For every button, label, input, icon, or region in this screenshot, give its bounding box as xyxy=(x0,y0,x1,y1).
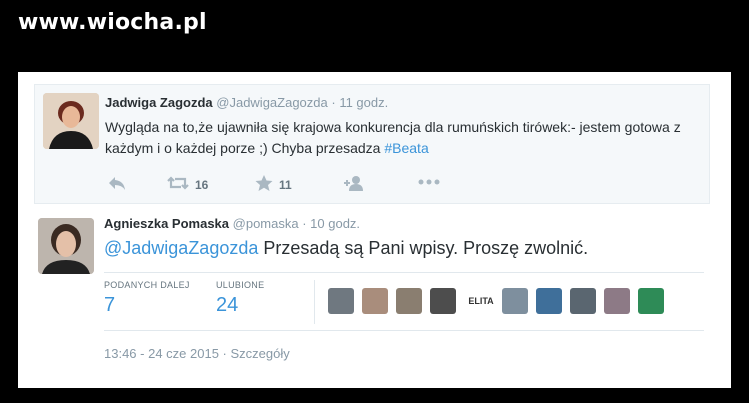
user-avatar[interactable] xyxy=(430,288,456,314)
reply-author-handle[interactable]: @pomaska xyxy=(233,216,299,231)
retweets-label: PODANYCH DALEJ xyxy=(104,280,190,290)
reply-author-name-text: Agnieszka Pomaska xyxy=(104,216,230,231)
tweet-text: Wygląda na to,że ujawniła się krajowa ko… xyxy=(105,117,695,159)
user-avatar[interactable] xyxy=(604,288,630,314)
reply-body: Przesadą są Pani wpisy. Proszę zwolnić. xyxy=(258,238,589,258)
retweet-button[interactable]: 16 xyxy=(167,175,208,196)
tweet-actions: 16 11 xyxy=(105,175,505,195)
user-avatar[interactable] xyxy=(396,288,422,314)
elita-avatar[interactable]: ELITA xyxy=(464,288,498,314)
star-icon xyxy=(255,175,273,191)
retweets-stat[interactable]: PODANYCH DALEJ 7 xyxy=(104,280,190,317)
hashtag-link[interactable]: #Beata xyxy=(384,140,428,156)
user-avatar[interactable] xyxy=(638,288,664,314)
user-avatar[interactable] xyxy=(536,288,562,314)
reply-avatar[interactable] xyxy=(38,218,94,274)
divider xyxy=(104,272,704,273)
user-avatar[interactable] xyxy=(502,288,528,314)
details-link[interactable]: · Szczegóły xyxy=(223,346,290,361)
tweet-meta: 13:46 - 24 cze 2015 · Szczegóły xyxy=(104,346,290,361)
user-avatar[interactable] xyxy=(362,288,388,314)
favorites-value: 24 xyxy=(216,294,239,316)
retweet-count: 16 xyxy=(195,178,209,192)
tweet-panel: Jadwiga Zagozda @JadwigaZagozda · 11 god… xyxy=(18,72,731,388)
mention-link[interactable]: @JadwigaZagozda xyxy=(104,238,258,258)
user-avatar[interactable] xyxy=(328,288,354,314)
author-name[interactable]: Jadwiga Zagozda @JadwigaZagozda · 11 god… xyxy=(105,95,388,110)
retweets-value: 7 xyxy=(104,294,116,316)
timestamp: 13:46 - 24 cze 2015 xyxy=(104,346,219,361)
avatar[interactable] xyxy=(43,93,99,149)
user-avatar[interactable] xyxy=(570,288,596,314)
favorite-count: 11 xyxy=(279,178,292,192)
reply-icon[interactable] xyxy=(107,175,127,196)
more-icon[interactable] xyxy=(417,173,441,194)
reply-text: @JadwigaZagozda Przesadą są Pani wpisy. … xyxy=(104,238,588,259)
author-name-text: Jadwiga Zagozda xyxy=(105,95,213,110)
stats-divider xyxy=(314,280,315,324)
favorites-stat[interactable]: ULUBIONE 24 xyxy=(216,280,264,317)
follow-icon[interactable] xyxy=(343,175,365,196)
reply-author-name[interactable]: Agnieszka Pomaska @pomaska · 10 godz. xyxy=(104,216,360,231)
favorite-button[interactable]: 11 xyxy=(255,175,292,196)
retweet-icon xyxy=(167,176,189,190)
reply-tweet-time[interactable]: · 10 godz. xyxy=(302,216,360,231)
favorites-label: ULUBIONE xyxy=(216,280,265,290)
author-handle[interactable]: @JadwigaZagozda xyxy=(216,95,327,110)
watermark: www.wiocha.pl xyxy=(18,10,207,35)
tweet-original: Jadwiga Zagozda @JadwigaZagozda · 11 god… xyxy=(34,84,710,204)
tweet-time[interactable]: · 11 godz. xyxy=(331,95,388,110)
divider xyxy=(104,330,704,331)
